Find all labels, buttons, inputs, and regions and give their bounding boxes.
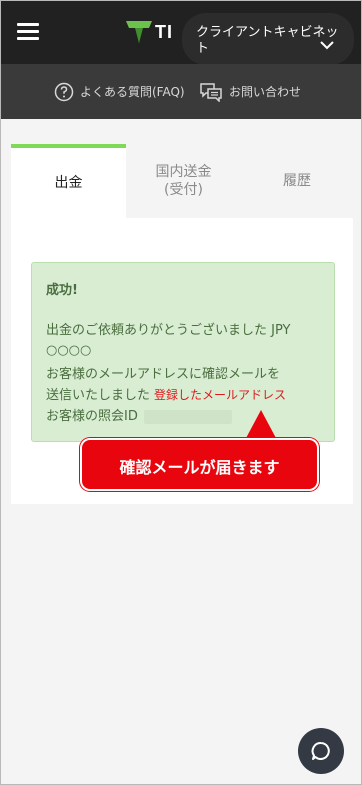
brand-logo[interactable]: TI xyxy=(125,19,185,47)
withdrawal-tabs: 出金 国内送金 (受付) 履歴 xyxy=(11,144,353,218)
alert-message-line: お客様のメールアドレスに確認メールを xyxy=(46,367,281,382)
tab-domestic-transfer[interactable]: 国内送金 (受付) xyxy=(126,144,241,218)
alert-amount-placeholder: ○○○○ xyxy=(46,343,92,358)
alert-title: 成功! xyxy=(46,283,78,298)
top-header: TI クライアントキャビネット xyxy=(1,1,361,65)
logo-text: TI xyxy=(155,22,173,42)
hamburger-menu-icon[interactable] xyxy=(17,23,39,41)
alert-reference-line: お客様の照会ID xyxy=(46,407,232,427)
reference-id-label: お客様の照会ID xyxy=(46,409,138,424)
alert-message-line: 出金のご依頼ありがとうございました JPY xyxy=(46,323,291,338)
tab-withdrawal[interactable]: 出金 xyxy=(11,144,126,218)
callout-text: 確認メールが届きます xyxy=(119,458,280,477)
reference-id-redacted xyxy=(143,409,232,424)
chat-bubbles-icon xyxy=(200,83,222,102)
chat-icon xyxy=(311,742,330,760)
app-frame: TI クライアントキャビネット よくある質問(FAQ) お問い合わせ 出金 国内… xyxy=(0,0,362,785)
callout-pointer xyxy=(245,410,277,440)
chevron-down-icon xyxy=(320,41,334,50)
contact-label: お問い合わせ xyxy=(229,85,302,99)
chat-button[interactable] xyxy=(298,728,344,774)
alert-message-line: 送信いたしました 登録したメールアドレス xyxy=(46,385,286,406)
registered-email-note: 登録したメールアドレス xyxy=(154,388,287,402)
client-cabinet-dropdown[interactable]: クライアントキャビネット xyxy=(182,13,354,65)
tab-history[interactable]: 履歴 xyxy=(241,144,353,218)
alert-sent-text: 送信いたしました xyxy=(46,388,151,403)
success-alert: 成功! 出金のご依頼ありがとうございました JPY ○○○○ お客様のメールアド… xyxy=(31,262,335,442)
question-circle-icon xyxy=(54,82,74,102)
faq-label: よくある質問(FAQ) xyxy=(80,85,185,99)
annotation-callout: 確認メールが届きます xyxy=(80,438,319,491)
secondary-nav: よくある質問(FAQ) お問い合わせ xyxy=(1,64,361,119)
logo-mark-icon xyxy=(126,21,152,43)
